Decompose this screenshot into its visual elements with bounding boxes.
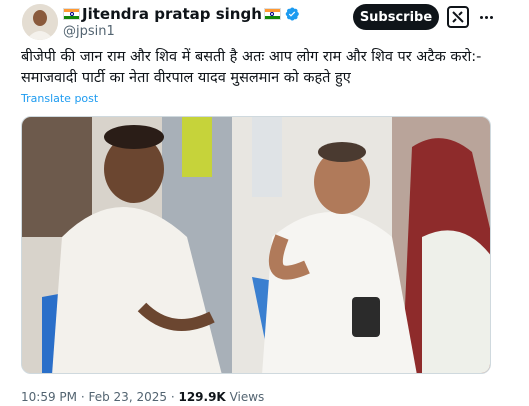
tweet-text-line-1: बीजेपी की जान राम और शिव में बसती है अतः… <box>21 49 482 65</box>
india-flag-icon <box>263 8 281 20</box>
author-avatar[interactable] <box>22 4 58 40</box>
meta-separator: · <box>170 390 175 404</box>
author-handle[interactable]: @jpsin1 <box>63 24 115 39</box>
verified-badge-icon <box>285 7 299 21</box>
more-options-icon[interactable] <box>476 8 496 26</box>
tweet-time[interactable]: 10:59 PM <box>21 390 77 404</box>
tweet-video[interactable] <box>21 116 491 374</box>
meta-separator: · <box>80 390 85 404</box>
tweet-meta: 10:59 PM · Feb 23, 2025 · 129.9K Views <box>21 390 264 404</box>
translate-post-link[interactable]: Translate post <box>21 92 98 105</box>
views-label: Views <box>229 390 265 404</box>
subscribe-button[interactable]: Subscribe <box>353 4 439 30</box>
tweet-text: बीजेपी की जान राम और शिव में बसती है अतः… <box>21 47 511 89</box>
tweet-text-line-2: समाजवादी पार्टी का नेता वीरपाल यादव मुसल… <box>21 70 351 86</box>
author-name[interactable]: Jitendra pratap singh <box>82 5 262 23</box>
author-name-row[interactable]: Jitendra pratap singh <box>63 5 300 23</box>
grok-icon[interactable] <box>447 6 469 28</box>
india-flag-icon <box>63 8 80 20</box>
tweet-date[interactable]: Feb 23, 2025 <box>88 390 167 404</box>
views-count[interactable]: 129.9K <box>178 390 225 404</box>
video-frame <box>22 117 490 373</box>
